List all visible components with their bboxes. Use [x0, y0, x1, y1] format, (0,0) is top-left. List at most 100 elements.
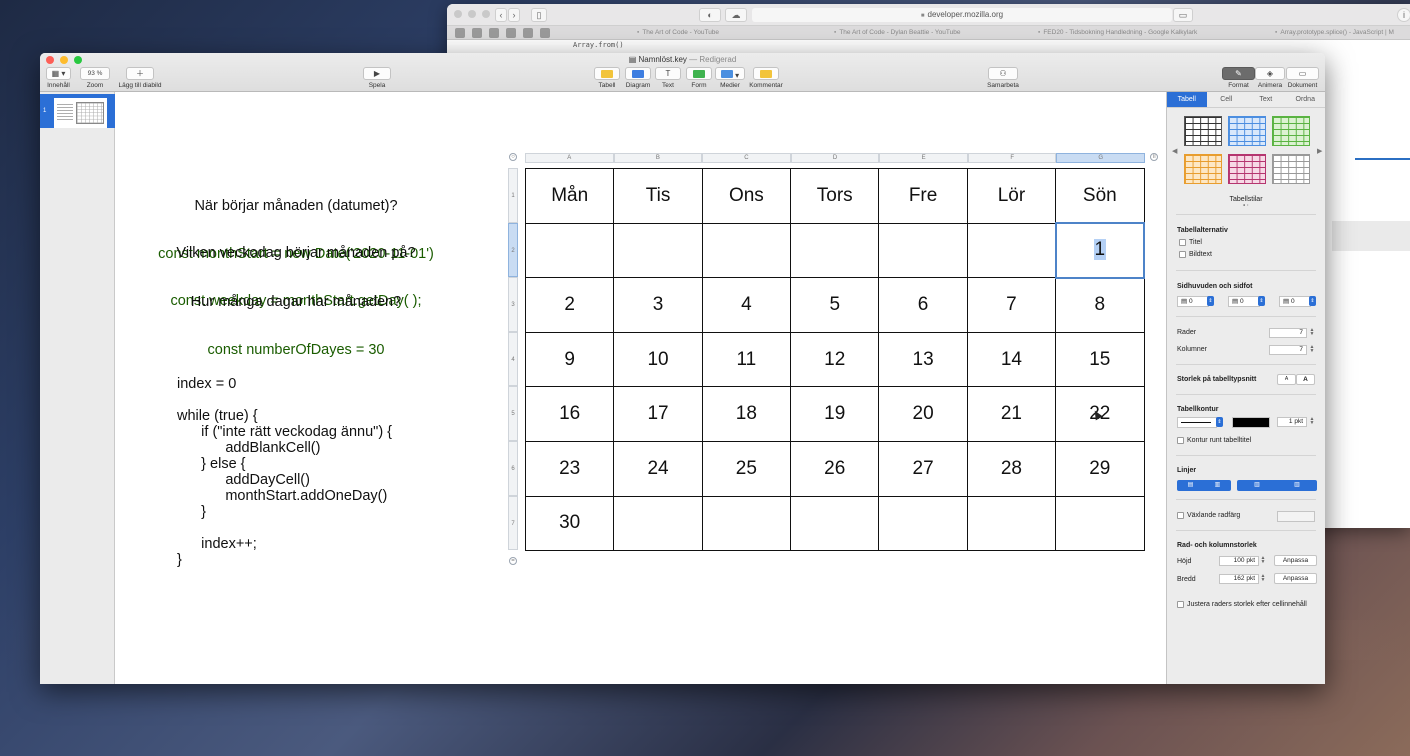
- column-letter[interactable]: C: [702, 153, 791, 163]
- font-smaller-button[interactable]: A: [1277, 374, 1296, 385]
- day-cell[interactable]: [613, 222, 703, 279]
- safari-window-controls[interactable]: [454, 10, 490, 18]
- table-style-4[interactable]: [1184, 154, 1222, 184]
- day-cell[interactable]: 7: [966, 277, 1057, 333]
- rows-stepper[interactable]: ▲ ▼: [1309, 328, 1315, 338]
- lines-body-toggle[interactable]: ▥ ▥: [1237, 480, 1317, 491]
- day-cell[interactable]: 20: [878, 386, 968, 442]
- day-cell[interactable]: 18: [701, 386, 792, 442]
- tab-art-of-code-dylan[interactable]: The Art of Code - Dylan Beattie - YouTub…: [834, 26, 1014, 40]
- view-button[interactable]: ▦ ▾ Innehåll: [46, 67, 71, 89]
- width-field[interactable]: 162 pkt: [1219, 574, 1259, 584]
- weekday-header-cell[interactable]: Tors: [790, 168, 880, 224]
- day-cell[interactable]: 16: [524, 386, 615, 442]
- slide-thumbnail-selected[interactable]: 1: [40, 94, 115, 128]
- column-letter[interactable]: D: [790, 153, 880, 163]
- outline-color-well[interactable]: [1232, 417, 1270, 428]
- day-cell[interactable]: 10: [613, 331, 703, 388]
- bookmark-icons[interactable]: [455, 28, 550, 38]
- play-button[interactable]: ▶ Spela: [363, 67, 391, 89]
- pseudocode-block[interactable]: index = 0 while (true) { if ("inte rätt …: [177, 376, 392, 568]
- day-cell[interactable]: 13: [878, 331, 968, 388]
- weekday-header-cell[interactable]: Mån: [524, 168, 615, 224]
- outline-width-stepper[interactable]: ▲ ▼: [1309, 417, 1315, 427]
- tab-cell[interactable]: Cell: [1207, 92, 1247, 107]
- column-letter[interactable]: A: [525, 153, 614, 163]
- day-cell[interactable]: [701, 495, 792, 552]
- day-cell[interactable]: 1: [1054, 222, 1146, 279]
- day-cell[interactable]: [1055, 495, 1145, 552]
- day-cell[interactable]: 28: [966, 440, 1057, 497]
- column-header-bar[interactable]: ABCDEFG: [525, 153, 1146, 163]
- tab-table[interactable]: Tabell: [1167, 92, 1207, 107]
- forward-button[interactable]: ›: [508, 8, 520, 22]
- column-letter[interactable]: E: [879, 153, 968, 163]
- calendar-table[interactable]: Mån Tis Ons Tors Fre Lör Sön 1 2 3 4 5 6 7 8 9 10 11 12 13 1…: [524, 168, 1146, 552]
- day-cell[interactable]: 11: [701, 331, 792, 388]
- sidebar-toggle-icon[interactable]: ▯: [531, 8, 547, 22]
- fit-width-button[interactable]: Anpassa: [1274, 573, 1317, 584]
- day-cell[interactable]: 17: [613, 386, 703, 442]
- day-cell[interactable]: 6: [878, 277, 968, 333]
- day-cell[interactable]: 5: [790, 277, 880, 333]
- day-cell[interactable]: 29: [1055, 440, 1145, 497]
- outline-width-field[interactable]: 1 pkt: [1277, 417, 1307, 427]
- alternating-color-well[interactable]: [1277, 511, 1315, 522]
- day-cell[interactable]: 8: [1055, 277, 1145, 333]
- header-columns-popup[interactable]: ▤ 0: [1228, 296, 1260, 307]
- tab-text[interactable]: Text: [1246, 92, 1286, 107]
- column-letter[interactable]: F: [967, 153, 1057, 163]
- day-cell[interactable]: [878, 222, 968, 279]
- alternating-row-checkbox[interactable]: Växlande radfärg: [1177, 512, 1240, 519]
- day-cell[interactable]: [966, 222, 1057, 279]
- address-bar[interactable]: ■ developer.mozilla.org: [752, 8, 1172, 22]
- media-button[interactable]: ▾ Medier: [715, 67, 745, 89]
- row-number[interactable]: 7: [508, 495, 518, 551]
- table-select-handle[interactable]: ○: [509, 153, 517, 161]
- font-larger-button[interactable]: A: [1296, 374, 1315, 385]
- chart-button[interactable]: Diagram: [623, 67, 653, 89]
- day-cell[interactable]: [524, 222, 615, 279]
- tab-google-sheets[interactable]: FED20 - Tidsbokning Handledning - Google…: [1038, 26, 1228, 40]
- add-slide-button[interactable]: ＋ Lägg till diabild: [115, 67, 165, 89]
- document-button[interactable]: ▭ Dokument: [1286, 67, 1319, 89]
- weekday-header-cell[interactable]: Lör: [966, 168, 1057, 224]
- day-cell[interactable]: 24: [613, 440, 703, 497]
- column-letter[interactable]: B: [613, 153, 703, 163]
- caption-checkbox[interactable]: Bildtext: [1179, 251, 1212, 258]
- outline-style-stepper[interactable]: ⇕: [1216, 417, 1223, 427]
- row-number[interactable]: 1: [508, 168, 518, 223]
- table-style-3[interactable]: [1272, 116, 1310, 146]
- day-cell[interactable]: 4: [701, 277, 792, 333]
- adjust-rows-checkbox[interactable]: Justera raders storlek efter cellinnehål…: [1177, 601, 1307, 608]
- text-block-days[interactable]: Hur många dagar har månaden? const numbe…: [141, 262, 451, 390]
- lines-grid-toggle[interactable]: ▤ ▥: [1177, 480, 1231, 491]
- day-cell[interactable]: 19: [790, 386, 880, 442]
- page-dots[interactable]: • ·: [1167, 203, 1325, 209]
- weekday-header-cell[interactable]: Sön: [1055, 168, 1145, 224]
- table-style-1[interactable]: [1184, 116, 1222, 146]
- day-cell[interactable]: 30: [524, 495, 615, 552]
- day-cell[interactable]: [701, 222, 792, 279]
- day-cell[interactable]: 12: [790, 331, 880, 388]
- tabs-overview-button[interactable]: ▭: [1173, 8, 1193, 22]
- day-cell[interactable]: 14: [966, 331, 1057, 388]
- outline-title-checkbox[interactable]: Kontur runt tabelltitel: [1177, 437, 1251, 444]
- day-cell[interactable]: 3: [613, 277, 703, 333]
- back-button[interactable]: ‹: [495, 8, 507, 22]
- day-cell[interactable]: 23: [524, 440, 615, 497]
- shape-button[interactable]: Form: [685, 67, 713, 89]
- tab-art-of-code[interactable]: The Art of Code - YouTube: [637, 26, 817, 40]
- collaborate-button[interactable]: ⚇ Samarbeta: [984, 67, 1022, 89]
- row-number[interactable]: 3: [508, 277, 518, 332]
- title-checkbox[interactable]: Titel: [1179, 239, 1202, 246]
- row-number[interactable]: 2: [508, 222, 518, 278]
- slide-thumbnail[interactable]: [54, 98, 107, 128]
- cloud-icon[interactable]: ☁: [725, 8, 747, 22]
- table-button[interactable]: Tabell: [592, 67, 622, 89]
- day-cell[interactable]: 9: [524, 331, 615, 388]
- text-button[interactable]: T Text: [654, 67, 682, 89]
- slide-canvas[interactable]: När börjar månaden (datumet)? const mont…: [116, 92, 1166, 684]
- weekday-header-cell[interactable]: Tis: [613, 168, 703, 224]
- outline-style-popup[interactable]: [1177, 417, 1217, 428]
